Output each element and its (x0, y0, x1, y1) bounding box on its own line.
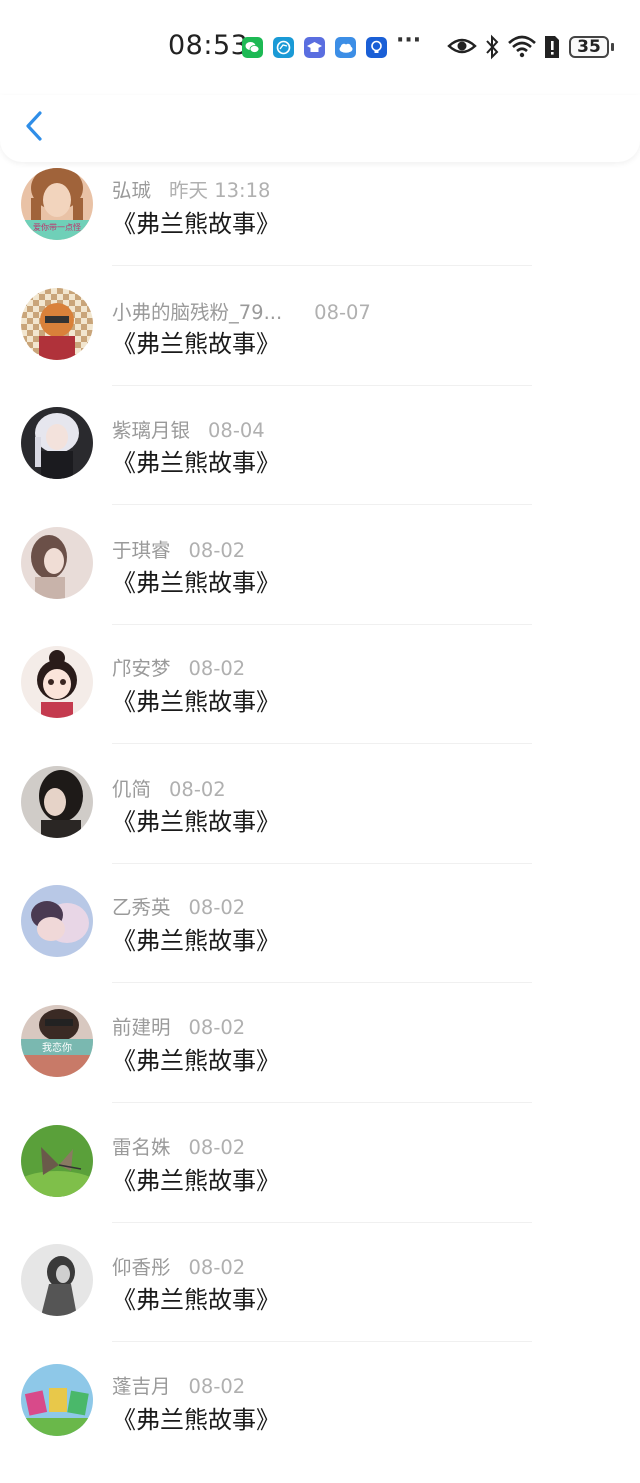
comment-date: 08-04 (208, 419, 265, 442)
comment-meta: 仉简 08-02 (112, 773, 226, 802)
comment-text: 《弗兰熊故事》 (112, 330, 280, 358)
comment-date: 08-02 (188, 657, 246, 680)
comment-meta: 仰香彤 08-02 (112, 1251, 245, 1280)
user-name[interactable]: 雷名姝 (112, 1136, 171, 1159)
avatar[interactable] (21, 646, 93, 718)
comment-meta: 紫璃月银 08-04 (112, 414, 265, 443)
comment-meta: 小弗的脑残粉_79... 08-07 (112, 296, 371, 325)
avatar[interactable] (21, 1244, 93, 1316)
comment-text: 《弗兰熊故事》 (112, 569, 280, 597)
list-item[interactable]: 紫璃月银 08-04 《弗兰熊故事》 (0, 407, 640, 526)
wifi-icon (507, 34, 537, 62)
divider (112, 504, 532, 505)
comment-date: 08-07 (314, 301, 371, 324)
comment-text: 《弗兰熊故事》 (112, 1047, 280, 1075)
comment-text: 《弗兰熊故事》 (112, 688, 280, 716)
list-item[interactable]: 于琪睿 08-02 《弗兰熊故事》 (0, 527, 640, 646)
comment-text: 《弗兰熊故事》 (112, 210, 280, 238)
status-bar: 08:53 ··· 35 (0, 0, 640, 95)
avatar[interactable] (21, 885, 93, 957)
avatar[interactable] (21, 527, 93, 599)
divider (112, 624, 532, 625)
chevron-left-icon[interactable] (18, 107, 52, 147)
header-bar (0, 95, 640, 162)
comment-text: 《弗兰熊故事》 (112, 927, 280, 955)
user-name[interactable]: 乙秀英 (112, 896, 171, 919)
comment-text: 《弗兰熊故事》 (112, 808, 280, 836)
divider (112, 982, 532, 983)
user-name[interactable]: 蓬吉月 (112, 1375, 171, 1398)
divider (112, 1222, 532, 1223)
divider (112, 385, 532, 386)
avatar[interactable] (21, 407, 93, 479)
comment-meta: 乙秀英 08-02 (112, 891, 245, 920)
avatar[interactable] (21, 1125, 93, 1197)
comment-meta: 雷名姝 08-02 (112, 1131, 245, 1160)
avatar[interactable] (21, 1364, 93, 1436)
avatar[interactable] (21, 288, 93, 360)
comment-date: 08-02 (188, 896, 246, 919)
list-item[interactable]: 小弗的脑残粉_79... 08-07 《弗兰熊故事》 (0, 288, 640, 407)
comment-meta: 于琪睿 08-02 (112, 534, 245, 563)
comment-date: 昨天 13:18 (169, 179, 271, 202)
list-item[interactable]: 仉简 08-02 《弗兰熊故事》 (0, 766, 640, 885)
list-item[interactable]: 爱你带一点怪 弘珹 昨天 13:18 《弗兰熊故事》 (0, 168, 640, 287)
comment-text: 《弗兰熊故事》 (112, 1406, 280, 1434)
comment-date: 08-02 (169, 778, 226, 801)
avatar[interactable]: 爱你带一点怪 (21, 168, 93, 240)
comment-date: 08-02 (188, 1375, 246, 1398)
list-item[interactable]: 仰香彤 08-02 《弗兰熊故事》 (0, 1244, 640, 1363)
svg-text:爱你带一点怪: 爱你带一点怪 (33, 222, 81, 232)
user-name[interactable]: 前建明 (112, 1016, 171, 1039)
more-notifications-icon: ··· (396, 28, 422, 53)
user-name[interactable]: 仰香彤 (112, 1256, 171, 1279)
browser-icon (273, 37, 294, 58)
user-name[interactable]: 仉简 (112, 778, 151, 801)
comment-meta: 弘珹 昨天 13:18 (112, 174, 270, 203)
comment-text: 《弗兰熊故事》 (112, 1167, 280, 1195)
divider (112, 743, 532, 744)
cloud-icon (335, 37, 356, 58)
sim-alert-icon (543, 34, 561, 64)
user-name[interactable]: 小弗的脑残粉_79... (112, 301, 282, 324)
comment-text: 《弗兰熊故事》 (112, 1286, 280, 1314)
user-name[interactable]: 邝安梦 (112, 657, 171, 680)
user-name[interactable]: 于琪睿 (112, 539, 171, 562)
list-item[interactable]: 邝安梦 08-02 《弗兰熊故事》 (0, 646, 640, 765)
eye-icon (447, 34, 477, 62)
avatar[interactable] (21, 766, 93, 838)
list-item[interactable]: 雷名姝 08-02 《弗兰熊故事》 (0, 1125, 640, 1244)
divider (112, 1341, 532, 1342)
comment-meta: 邝安梦 08-02 (112, 652, 245, 681)
svg-text:我恋你: 我恋你 (42, 1041, 72, 1054)
bulb-icon (366, 37, 387, 58)
comment-text: 《弗兰熊故事》 (112, 449, 280, 477)
divider (112, 863, 532, 864)
education-icon (304, 37, 325, 58)
comment-date: 08-02 (188, 1016, 246, 1039)
comment-meta: 前建明 08-02 (112, 1011, 245, 1040)
comment-date: 08-02 (188, 539, 246, 562)
avatar[interactable]: 我恋你 (21, 1005, 93, 1077)
list-item[interactable]: 我恋你 前建明 08-02 《弗兰熊故事》 (0, 1005, 640, 1124)
list-item[interactable]: 蓬吉月 08-02 《弗兰熊故事》 (0, 1364, 640, 1483)
comment-date: 08-02 (188, 1256, 246, 1279)
divider (112, 265, 532, 266)
user-name[interactable]: 弘珹 (112, 179, 151, 202)
list-item[interactable]: 乙秀英 08-02 《弗兰熊故事》 (0, 885, 640, 1004)
battery-level: 35 (569, 36, 609, 58)
divider (112, 1102, 532, 1103)
battery-icon (611, 43, 614, 51)
status-time: 08:53 (168, 30, 249, 61)
user-name[interactable]: 紫璃月银 (112, 419, 190, 442)
bluetooth-icon (484, 34, 500, 64)
comment-date: 08-02 (188, 1136, 246, 1159)
comment-meta: 蓬吉月 08-02 (112, 1370, 245, 1399)
wechat-icon (242, 37, 263, 58)
